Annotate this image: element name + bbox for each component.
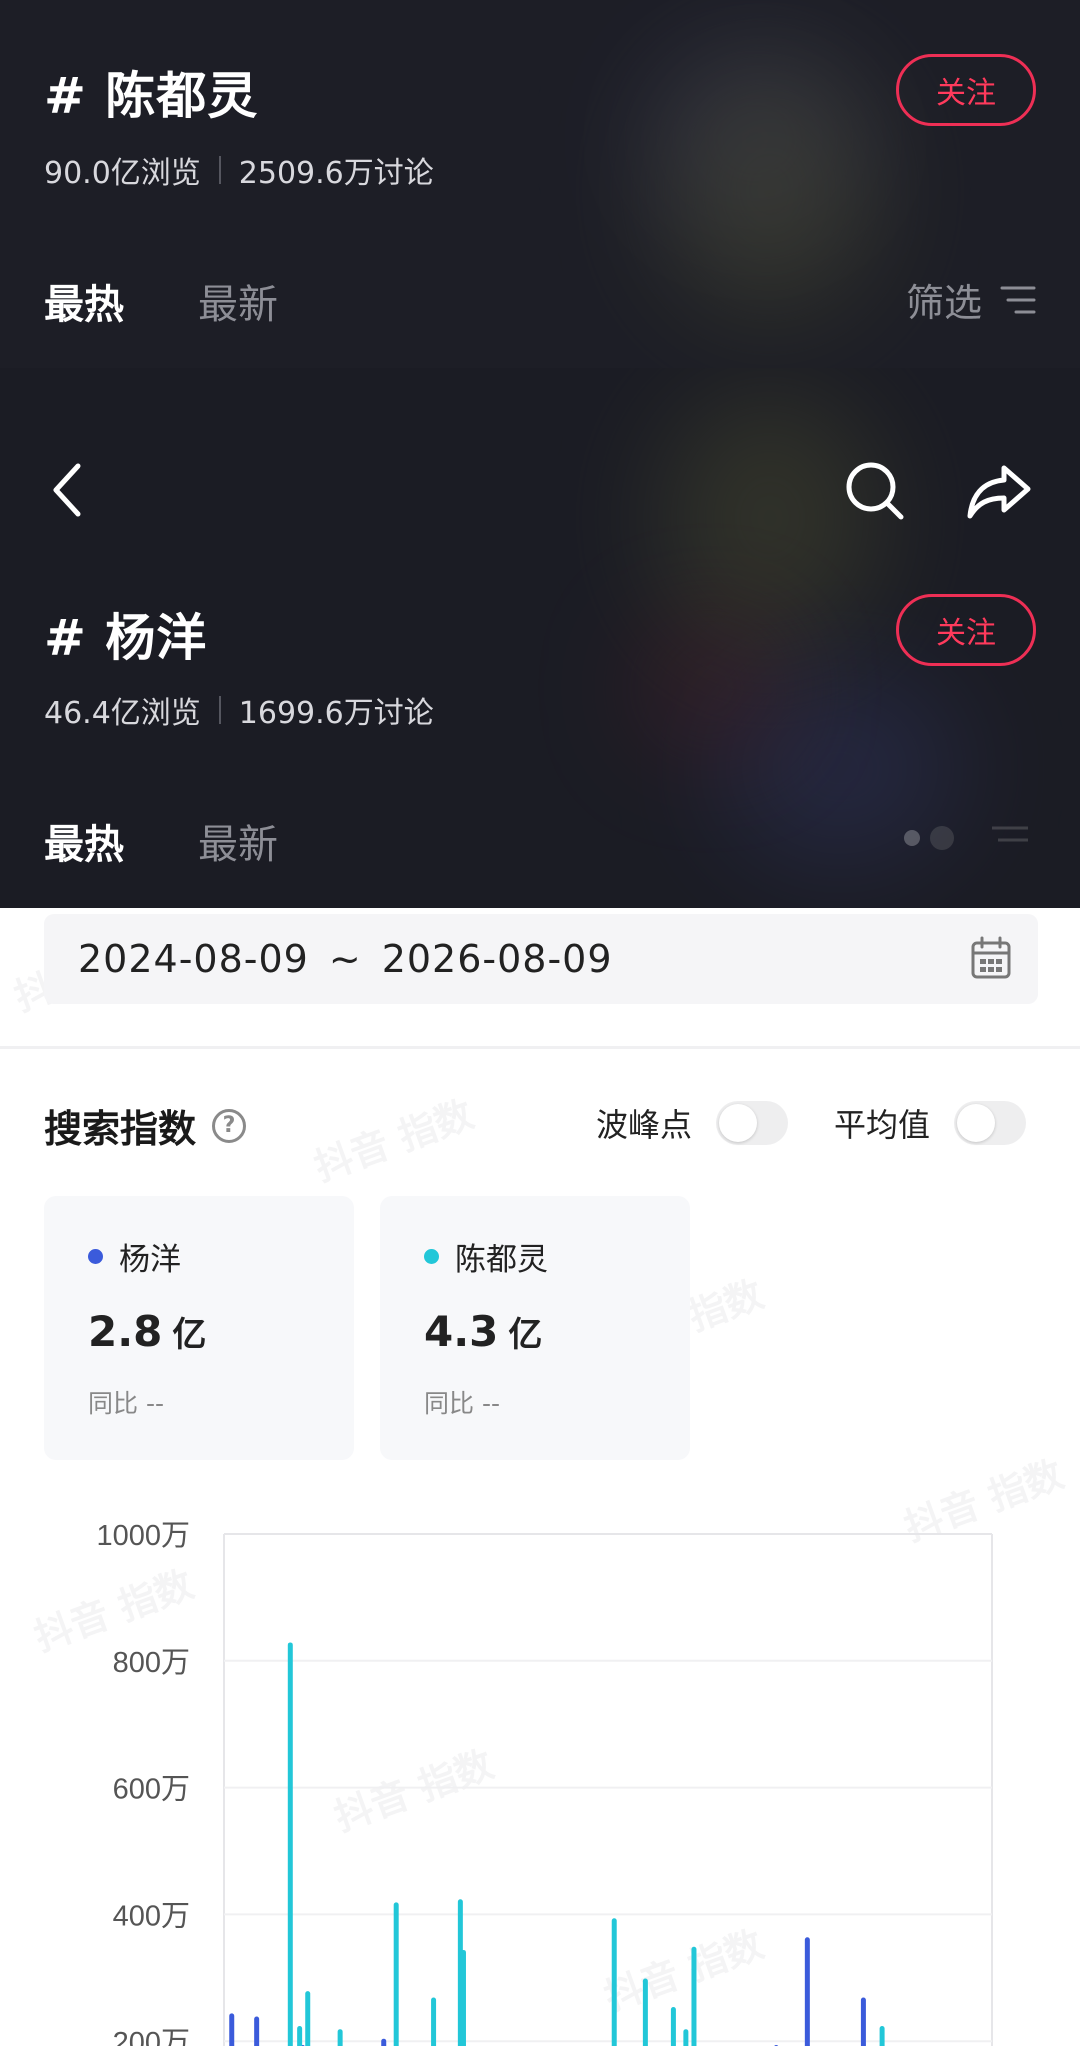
stats-divider [218,696,221,724]
tab-hottest[interactable]: 最热 [44,812,124,870]
average-toggle[interactable] [954,1101,1027,1145]
y-tick-label: 400万 [113,1900,190,1932]
search-icon[interactable] [844,460,906,522]
yoy-text: 同比 -- [88,1389,164,1418]
date-separator: ~ [328,937,362,981]
calendar-icon[interactable] [970,936,1012,980]
legend-card-chendouling[interactable]: 陈都灵 4.3 亿 同比 -- [380,1196,690,1460]
topic-stats: 46.4亿浏览 1699.6万讨论 [44,688,434,732]
index-value: 2.8 [88,1307,163,1356]
index-value: 4.3 [424,1307,499,1356]
watermark: 抖音 指数 [308,1091,479,1190]
yoy-text: 同比 -- [424,1389,500,1418]
toggle-knob [957,1104,996,1142]
help-icon[interactable]: ? [212,1108,247,1143]
filter-icon [904,826,1028,850]
tab-hottest[interactable]: 最热 [44,272,124,330]
series-dot [88,1249,103,1264]
discussion-count: 1699.6万讨论 [238,696,434,731]
y-tick-label: 1000万 [96,1520,190,1552]
topic-title: # 陈都灵 [44,67,259,125]
series-name: 杨洋 [119,1242,181,1278]
section-divider [0,1046,1080,1049]
chart-svg: 1000万 800万 600万 400万 200万 [96,1520,993,2046]
section-title: 搜索指数 [44,1107,197,1151]
legend-card-yangyang[interactable]: 杨洋 2.8 亿 同比 -- [44,1196,354,1460]
y-tick-label: 600万 [113,1774,190,1806]
date-start: 2024-08-09 [78,937,309,981]
average-toggle-group: 平均值 [834,1100,1027,1146]
follow-button[interactable]: 关注 [896,594,1036,666]
share-icon[interactable] [966,462,1032,520]
back-icon[interactable] [48,460,88,520]
discussion-count: 2509.6万讨论 [238,156,434,191]
y-tick-label: 200万 [113,2027,190,2046]
topic-header-1: # 陈都灵 关注 90.0亿浏览 2509.6万讨论 最热 最新 筛选 [0,0,1080,368]
tab-latest[interactable]: 最新 [198,812,278,870]
series-name: 陈都灵 [455,1242,548,1278]
date-end: 2026-08-09 [381,937,613,981]
topic-title: # 杨洋 [44,609,208,667]
views-count: 46.4亿浏览 [44,696,201,731]
filter-label: 筛选 [905,281,982,325]
topic-header-2: # 杨洋 关注 46.4亿浏览 1699.6万讨论 最热 最新 [0,368,1080,908]
toggle-label-peak: 波峰点 [596,1106,693,1144]
filter-button[interactable]: 筛选 [906,272,1036,327]
topic-stats: 90.0亿浏览 2509.6万讨论 [44,148,434,192]
index-unit: 亿 [172,1315,207,1355]
stats-divider [218,156,221,184]
filter-button-obscured[interactable] [892,818,1032,858]
tab-latest[interactable]: 最新 [198,272,278,330]
views-count: 90.0亿浏览 [44,156,201,191]
index-unit: 亿 [508,1315,543,1355]
date-range-text: 2024-08-09 ~2026-08-09 [78,937,613,981]
search-index-header: 搜索指数 ? [44,1098,247,1153]
toggle-label-average: 平均值 [834,1106,931,1144]
follow-button[interactable]: 关注 [896,54,1036,126]
toggle-knob [719,1104,758,1142]
search-index-chart: 1000万 800万 600万 400万 200万 [0,1500,1080,2046]
date-range-picker[interactable]: 2024-08-09 ~2026-08-09 [44,914,1038,1004]
series-dot [424,1249,439,1264]
peak-point-toggle-group: 波峰点 [596,1100,789,1146]
peak-point-toggle[interactable] [716,1101,789,1145]
filter-icon [1000,286,1036,313]
y-tick-label: 800万 [113,1647,190,1679]
